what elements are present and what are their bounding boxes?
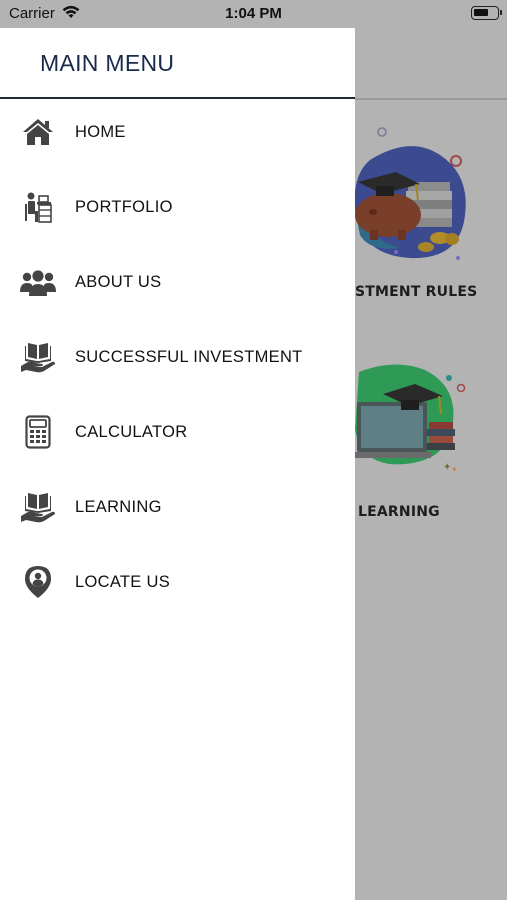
investment-rules-card-label: STMENT RULES (355, 284, 478, 300)
learning-card-label: LEARNING (358, 504, 440, 520)
menu-item-label: HOME (75, 122, 126, 141)
menu-item-about-us[interactable]: ABOUT US (0, 252, 355, 312)
menu-item-label: PORTFOLIO (75, 197, 173, 216)
background-header-divider (355, 98, 507, 100)
calculator-icon (19, 414, 57, 450)
drawer-title-divider (0, 97, 355, 99)
menu-item-successful-investment[interactable]: SUCCESSFUL INVESTMENT (0, 327, 355, 387)
hand-book-icon (19, 489, 57, 525)
menu-item-label: LEARNING (75, 497, 162, 516)
hand-book-icon (19, 339, 57, 375)
menu-item-label: ABOUT US (75, 272, 162, 291)
battery-icon (471, 6, 502, 20)
drawer-title: MAIN MENU (40, 50, 175, 76)
people-icon (19, 264, 57, 300)
menu-item-portfolio[interactable]: PORTFOLIO (0, 177, 355, 237)
menu-item-label: LOCATE US (75, 572, 170, 591)
menu-item-locate-us[interactable]: LOCATE US (0, 552, 355, 612)
menu-item-label: SUCCESSFUL INVESTMENT (75, 347, 303, 366)
svg-text:✦: ✦ (451, 465, 458, 474)
status-bar: Carrier 1:04 PM (0, 0, 507, 28)
navigation-drawer: MAIN MENU HOME PORTFOLIO ABOUT US SUCCES… (0, 28, 355, 900)
menu-item-learning[interactable]: LEARNING (0, 477, 355, 537)
portfolio-icon (19, 189, 57, 225)
menu-item-calculator[interactable]: CALCULATOR (0, 402, 355, 462)
menu-item-home[interactable]: HOME (0, 102, 355, 162)
location-pin-icon (19, 564, 57, 600)
clock-time: 1:04 PM (225, 5, 282, 22)
learning-illustration: ✦ ✦ (349, 364, 466, 474)
investment-rules-illustration (354, 127, 466, 260)
home-icon (19, 114, 57, 150)
menu-item-label: CALCULATOR (75, 422, 188, 441)
